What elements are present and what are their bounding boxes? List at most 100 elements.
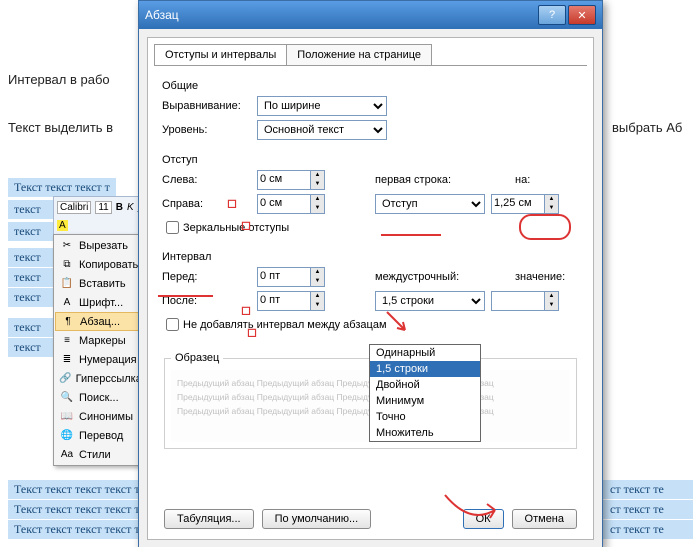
bg-sel: текст [8, 248, 56, 267]
before-label: Перед: [162, 271, 257, 283]
level-select[interactable]: Основной текст [257, 120, 387, 140]
linesp-select[interactable]: 1,5 строки [375, 291, 485, 311]
bg-sel: текст [8, 318, 56, 337]
opt-double[interactable]: Двойной [370, 377, 480, 393]
annotation-mark: ◻ [241, 218, 251, 232]
opt-mult[interactable]: Множитель [370, 425, 480, 441]
left-spin[interactable]: ▲▼ [257, 170, 325, 190]
firstline-select[interactable]: Отступ [375, 194, 485, 214]
group-general: Общие [162, 80, 579, 92]
after-input[interactable] [258, 292, 310, 308]
styles-icon: Aa [59, 449, 75, 460]
search-icon: 🔍 [59, 392, 75, 403]
value-input[interactable] [492, 292, 544, 308]
down-icon[interactable]: ▼ [310, 204, 324, 213]
bg-text: Интервал в рабо [8, 72, 110, 87]
bg-sel: текст [8, 288, 56, 307]
right-input[interactable] [258, 195, 310, 211]
tab-pageflow[interactable]: Положение на странице [286, 44, 432, 65]
up-icon[interactable]: ▲ [310, 195, 324, 204]
paste-icon: 📋 [59, 278, 75, 289]
by-spin[interactable]: ▲▼ [491, 194, 559, 214]
numbering-icon: ≣ [59, 354, 75, 365]
opt-min[interactable]: Минимум [370, 393, 480, 409]
paragraph-icon: ¶ [60, 316, 76, 327]
bg-sel: Текст текст текст т [8, 178, 116, 197]
up-icon[interactable]: ▲ [544, 292, 558, 301]
tabs-button[interactable]: Табуляция... [164, 509, 254, 529]
nospace-checkbox[interactable] [166, 318, 179, 331]
annotation-mark: ◻ [247, 325, 257, 339]
annotation-mark: ◻ [227, 196, 237, 210]
translate-icon: 🌐 [59, 430, 75, 441]
bg-text: выбрать Аб [612, 120, 682, 135]
value-label: значение: [515, 271, 565, 283]
left-input[interactable] [258, 171, 310, 187]
italic-icon[interactable]: K [127, 202, 134, 213]
help-button[interactable]: ? [538, 5, 566, 25]
by-label: на: [515, 174, 530, 186]
cancel-button[interactable]: Отмена [512, 509, 577, 529]
annotation-mark: ◻ [241, 303, 251, 317]
alignment-select[interactable]: По ширине [257, 96, 387, 116]
ok-button[interactable]: ОК [463, 509, 504, 529]
opt-one-half[interactable]: 1,5 строки [370, 361, 480, 377]
bg-sel: текст [8, 268, 56, 287]
alignment-label: Выравнивание: [162, 100, 257, 112]
annotation-circle [519, 214, 571, 240]
book-icon: 📖 [59, 411, 75, 422]
opt-single[interactable]: Одинарный [370, 345, 480, 361]
mirror-label: Зеркальные отступы [183, 222, 289, 234]
bold-icon[interactable]: B [116, 202, 123, 213]
bullets-icon: ≡ [59, 335, 75, 346]
nospace-label: Не добавлять интервал между абзацам [183, 319, 387, 331]
copy-icon: ⧉ [59, 259, 75, 270]
down-icon[interactable]: ▼ [544, 204, 558, 213]
bg-sel: ст текст те [604, 500, 693, 519]
cut-icon: ✂ [59, 240, 75, 251]
linesp-label: междустрочный: [375, 271, 485, 283]
linesp-dropdown[interactable]: Одинарный 1,5 строки Двойной Минимум Точ… [369, 344, 481, 442]
bg-sel: текст [8, 200, 56, 219]
annotation-underline [158, 295, 213, 297]
titlebar: Абзац ? ✕ [139, 1, 602, 29]
before-spin[interactable]: ▲▼ [257, 267, 325, 287]
group-indent: Отступ [162, 154, 579, 166]
bg-text: Текст выделить в [8, 120, 113, 135]
left-label: Слева: [162, 174, 257, 186]
down-icon[interactable]: ▼ [310, 301, 324, 310]
before-input[interactable] [258, 268, 310, 284]
bg-sel: текст [8, 222, 56, 241]
firstline-label: первая строка: [375, 174, 485, 186]
bg-sel: ст текст те [604, 480, 693, 499]
right-spin[interactable]: ▲▼ [257, 194, 325, 214]
up-icon[interactable]: ▲ [310, 171, 324, 180]
font-box[interactable]: Calibri [57, 201, 91, 214]
opt-exact[interactable]: Точно [370, 409, 480, 425]
sample-title: Образец [171, 352, 223, 364]
by-input[interactable] [492, 195, 544, 211]
group-spacing: Интервал [162, 251, 579, 263]
highlight-icon[interactable]: A [57, 220, 68, 231]
mirror-checkbox[interactable] [166, 221, 179, 234]
font-icon: A [59, 297, 75, 308]
down-icon[interactable]: ▼ [310, 277, 324, 286]
link-icon: 🔗 [59, 373, 72, 384]
close-button[interactable]: ✕ [568, 5, 596, 25]
right-label: Справа: [162, 198, 257, 210]
up-icon[interactable]: ▲ [310, 268, 324, 277]
up-icon[interactable]: ▲ [310, 292, 324, 301]
down-icon[interactable]: ▼ [544, 301, 558, 310]
up-icon[interactable]: ▲ [544, 195, 558, 204]
down-icon[interactable]: ▼ [310, 180, 324, 189]
defaults-button[interactable]: По умолчанию... [262, 509, 372, 529]
annotation-underline [381, 234, 441, 236]
tab-indents[interactable]: Отступы и интервалы [154, 44, 287, 65]
after-spin[interactable]: ▲▼ [257, 291, 325, 311]
paragraph-dialog: Абзац ? ✕ Отступы и интервалы Положение … [138, 0, 603, 547]
level-label: Уровень: [162, 124, 257, 136]
size-box[interactable]: 11 [95, 201, 111, 214]
bg-sel: текст [8, 338, 56, 357]
bg-sel: ст текст те [604, 520, 693, 539]
value-spin[interactable]: ▲▼ [491, 291, 559, 311]
